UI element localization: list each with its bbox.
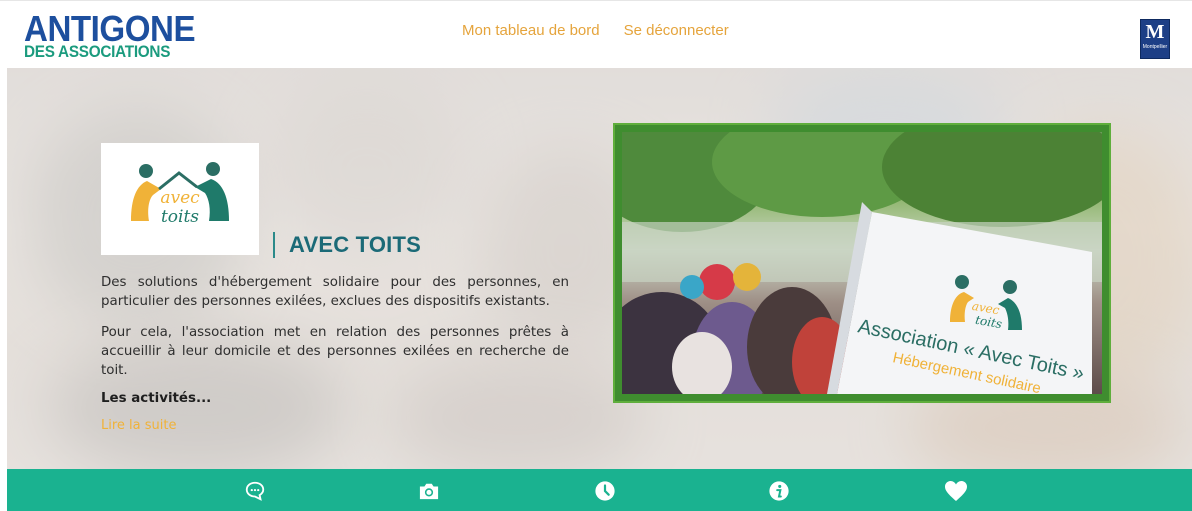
association-photo: avec toits Association « Avec Toits » Hé… [622, 132, 1102, 394]
logo-title: ANTIGONE [24, 8, 196, 49]
clock-icon[interactable] [593, 479, 617, 503]
association-title-wrap: AVEC TOITS [273, 232, 421, 258]
bottom-tab-bar [7, 469, 1192, 511]
city-logo-letter: M [1145, 21, 1165, 43]
city-logo[interactable]: M Montpellier [1140, 19, 1170, 59]
photo-scene: avec toits Association « Avec Toits » Hé… [622, 132, 1102, 394]
nav-dashboard-link[interactable]: Mon tableau de bord [462, 22, 600, 39]
association-description-2: Pour cela, l'association met en relation… [101, 325, 569, 378]
logo-subtitle: DES ASSOCIATIONS [24, 42, 171, 61]
site-logo[interactable]: ANTIGONE DES ASSOCIATIONS [24, 8, 210, 61]
association-photo-frame: avec toits Association « Avec Toits » Hé… [613, 123, 1111, 403]
info-icon-svg [769, 481, 789, 501]
association-logo: avec toits [101, 143, 259, 255]
info-icon[interactable] [767, 479, 791, 503]
main-nav: Mon tableau de bord Se déconnecter [462, 22, 729, 39]
camera-icon-svg [419, 483, 439, 500]
nav-logout-link[interactable]: Se déconnecter [624, 22, 729, 39]
top-header: ANTIGONE DES ASSOCIATIONS Mon tableau de… [0, 0, 1192, 68]
chat-icon[interactable] [243, 479, 267, 503]
heart-icon-svg [945, 481, 967, 501]
title-divider [273, 232, 275, 258]
read-more-link[interactable]: Lire la suite [101, 418, 176, 433]
svg-text:avec: avec [160, 188, 200, 208]
hero-section: avec toits AVEC TOITS Des solutions d'hé… [7, 68, 1192, 469]
svg-text:toits: toits [161, 207, 199, 227]
activities-label: Les activités... [101, 391, 212, 406]
association-description-1: Des solutions d'hébergement solidaire po… [101, 275, 569, 309]
camera-icon[interactable] [417, 479, 441, 503]
heart-icon[interactable] [944, 479, 968, 503]
city-logo-text: Montpellier [1142, 44, 1168, 50]
association-name: AVEC TOITS [289, 232, 421, 257]
avec-toits-logo-icon: avec toits [131, 162, 229, 227]
chat-icon-svg [245, 481, 265, 501]
clock-icon-svg [595, 481, 615, 501]
